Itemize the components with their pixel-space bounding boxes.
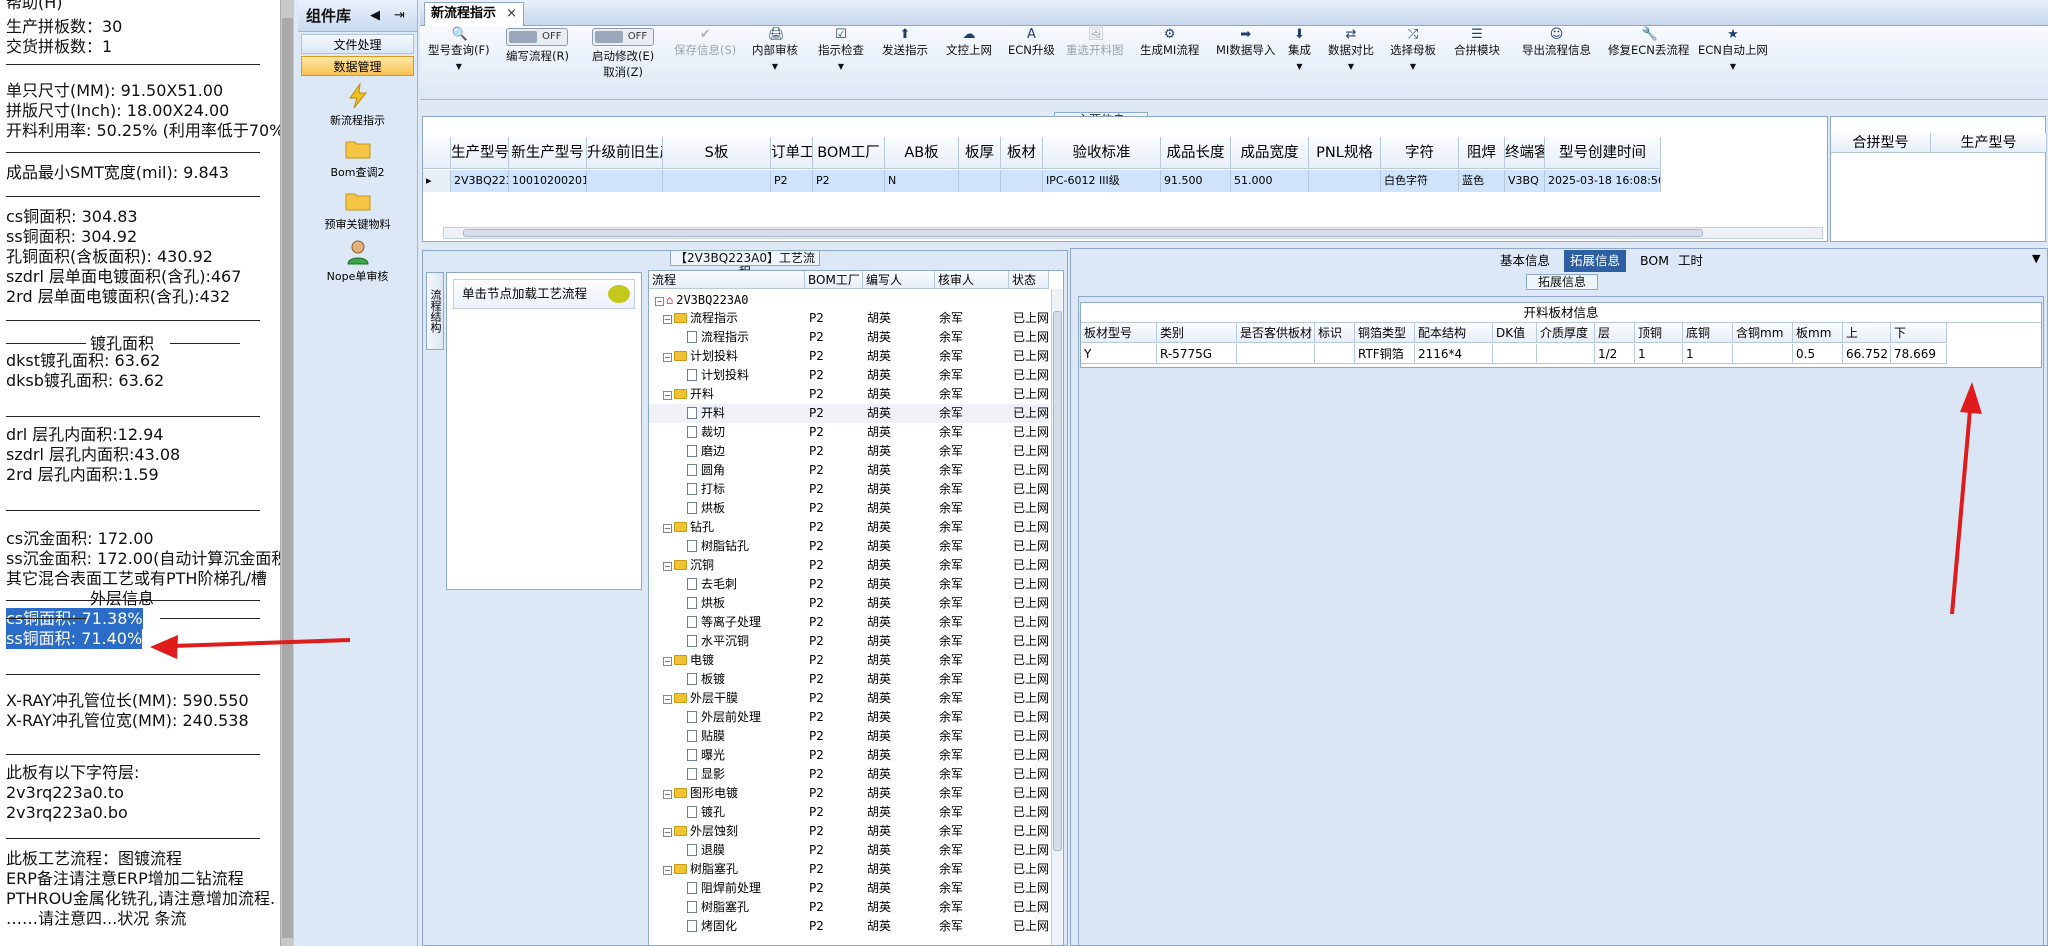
- annotation-arrow-up: [1950, 409, 1972, 615]
- annotation-arrowhead-up: [1960, 382, 1982, 414]
- annotation-arrow-left: [171, 638, 351, 648]
- annotation-arrows: [150, 382, 1982, 659]
- annotation-arrowhead-left: [150, 635, 178, 659]
